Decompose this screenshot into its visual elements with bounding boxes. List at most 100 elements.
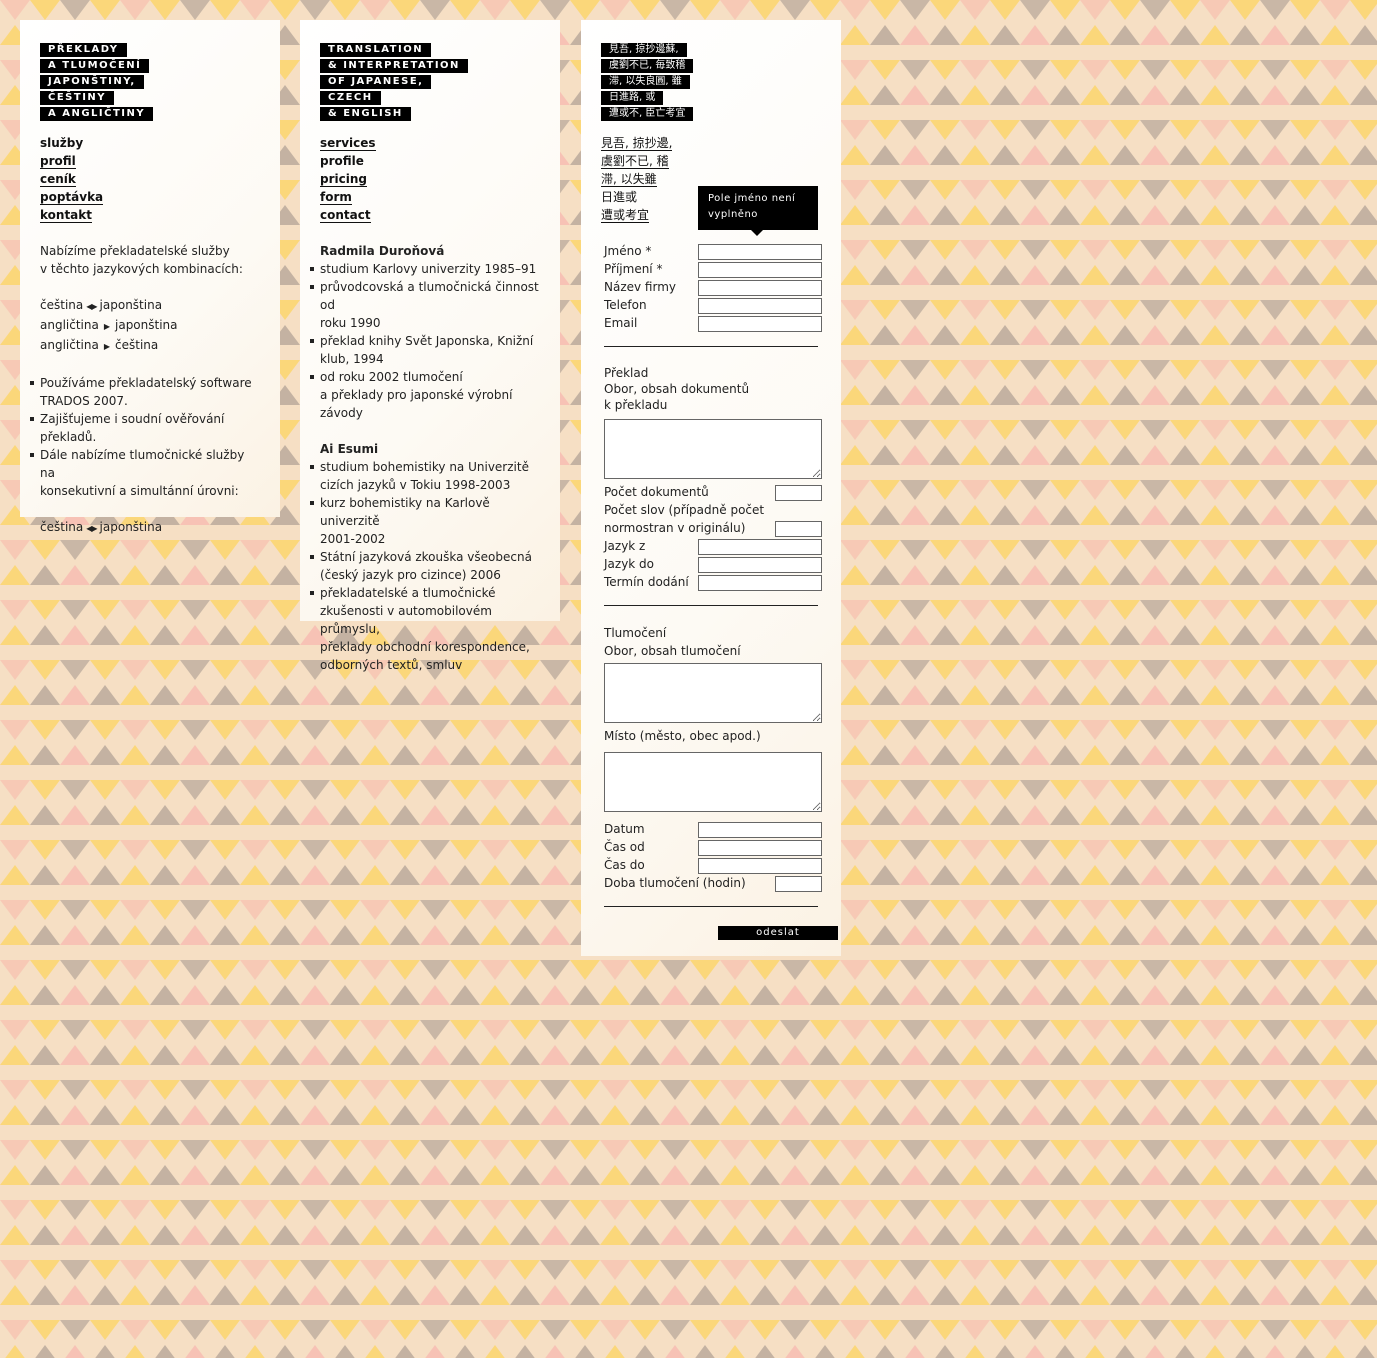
both-ways-arrow-icon: ◀▶ [86, 302, 97, 311]
logo-line: & ENGLISH [320, 107, 411, 121]
logo-line: TRANSLATION [320, 43, 432, 57]
nav-link-form[interactable]: form [320, 190, 352, 205]
field-label: Počet slov (případně počet [604, 503, 765, 517]
field-label: Počet dokumentů [604, 485, 709, 499]
nav-link-jp-3[interactable]: 滞, 以失雖 [601, 172, 657, 187]
field-label: Čas do [604, 858, 645, 872]
document-count-input[interactable] [775, 485, 822, 501]
language-pair: angličtina ▶ japonština [40, 318, 178, 332]
logo-japanese: 見吾, 掠抄邊蘇, 虞劉不已, 毎致稽 滞, 以失良圓, 雖 日進路, 或 遭或… [601, 40, 821, 121]
language-pair: čeština ◀▶ japonština [40, 298, 163, 312]
nav-link-poptavka[interactable]: poptávka [40, 190, 104, 205]
section-heading-interpreting: Tlumočení [604, 626, 667, 640]
list-item: Používáme překladatelský software TRADOS … [30, 374, 260, 410]
nav-link-sluzby[interactable]: služby [40, 136, 83, 150]
time-to-input[interactable] [698, 858, 822, 874]
field-label: Čas od [604, 840, 645, 854]
language-pair: čeština ◀▶ japonština [40, 520, 163, 534]
phone-input[interactable] [698, 298, 822, 314]
field-label: Datum [604, 822, 645, 836]
nav-link-contact[interactable]: contact [320, 208, 371, 223]
logo-line: ČEŠTINY [40, 91, 115, 105]
translation-content-textarea[interactable] [604, 419, 822, 479]
nav-link-jp-2[interactable]: 虞劉不已, 稽 [601, 154, 669, 169]
panel-czech: PŘEKLADY A TLUMOČENÍ JAPONŠTINY, ČEŠTINY… [20, 20, 280, 534]
logo-english: TRANSLATION & INTERPRETATION OF JAPANESE… [320, 40, 540, 121]
list-item: studium bohemistiky na Univerzitě cizích … [310, 458, 540, 494]
duration-hours-input[interactable] [775, 876, 822, 892]
nav-link-profil[interactable]: profil [40, 154, 76, 169]
intro-text: Nabízíme překladatelské služby v těchto … [40, 244, 243, 276]
deadline-input[interactable] [698, 575, 822, 591]
field-label: Obor, obsah tlumočení [604, 644, 741, 658]
field-label: Příjmení * [604, 262, 663, 276]
list-item: Státní jazyková zkouška všeobecná (český … [310, 548, 540, 584]
panel-english: TRANSLATION & INTERPRETATION OF JAPANESE… [300, 20, 560, 672]
field-label: Telefon [604, 298, 647, 312]
last-name-input[interactable] [698, 262, 822, 278]
submit-button[interactable]: odeslat [718, 926, 838, 940]
word-count-input[interactable] [775, 521, 822, 537]
field-label: Jazyk z [604, 539, 646, 553]
field-label: Místo (město, obec apod.) [604, 729, 761, 743]
date-input[interactable] [698, 822, 822, 838]
logo-line: 虞劉不已, 毎致稽 [601, 59, 694, 73]
services-list: Používáme překladatelský software TRADOS … [30, 374, 260, 500]
logo-czech: PŘEKLADY A TLUMOČENÍ JAPONŠTINY, ČEŠTINY… [40, 40, 260, 121]
list-item: kurz bohemistiky na Karlově univerzitě 20… [310, 494, 540, 548]
list-item: překladatelské a tlumočnické zkušenosti v… [310, 584, 540, 674]
time-from-input[interactable] [698, 840, 822, 856]
list-item: od roku 2002 tlumočení a překlady pro jap… [310, 368, 540, 422]
list-item: Zajišťujeme i soudní ověřování překladů. [30, 410, 260, 446]
nav-czech: služby profil ceník poptávka kontakt [40, 134, 260, 224]
person-name: Ai Esumi [320, 442, 379, 456]
company-input[interactable] [698, 280, 822, 296]
field-label: Jméno * [604, 244, 652, 258]
validation-tooltip: Pole jméno není vyplněno [698, 186, 818, 236]
logo-line: 見吾, 掠抄邊蘇, [601, 43, 687, 57]
field-label: Email [604, 316, 638, 330]
logo-line: & INTERPRETATION [320, 59, 468, 73]
field-label: Obor, obsah dokumentů [604, 382, 750, 396]
field-label: normostran v originálu) [604, 521, 746, 535]
language-pair: angličtina ▶ čeština [40, 338, 159, 352]
interpreting-content-textarea[interactable] [604, 663, 822, 723]
nav-english: services profile pricing form contact [320, 134, 540, 224]
right-arrow-icon: ▶ [103, 342, 110, 351]
list-item: překlad knihy Svět Japonska, Knižní klub,… [310, 332, 540, 368]
logo-line: CZECH [320, 91, 381, 105]
logo-line: 遭或不, 臣亡考宜 [601, 107, 694, 121]
both-ways-arrow-icon: ◀▶ [86, 524, 97, 533]
first-name-input[interactable] [698, 244, 822, 260]
logo-line: OF JAPANESE, [320, 75, 432, 89]
nav-link-jp-5[interactable]: 遭或考宜 [601, 208, 650, 223]
language-from-input[interactable] [698, 539, 822, 555]
field-label: Název firmy [604, 280, 676, 294]
person-bio-list: studium Karlovy univerzity 1985–91 průvo… [310, 260, 540, 422]
logo-line: A TLUMOČENÍ [40, 59, 150, 73]
email-input[interactable] [698, 316, 822, 332]
list-item: Dále nabízíme tlumočnické služby na konse… [30, 446, 260, 500]
logo-line: 日進路, 或 [601, 91, 664, 105]
right-arrow-icon: ▶ [103, 322, 110, 331]
person-bio-list: studium bohemistiky na Univerzitě cizích … [310, 458, 540, 674]
panel-japanese: 見吾, 掠抄邊蘇, 虞劉不已, 毎致稽 滞, 以失良圓, 雖 日進路, 或 遭或… [581, 20, 841, 956]
logo-line: PŘEKLADY [40, 43, 127, 57]
nav-link-profile[interactable]: profile [320, 154, 364, 168]
nav-link-kontakt[interactable]: kontakt [40, 208, 92, 223]
inquiry-form: Jméno * Příjmení * Název firmy Telefon E… [601, 242, 838, 947]
nav-link-jp-1[interactable]: 見吾, 掠抄邊, [601, 136, 673, 151]
nav-link-services[interactable]: services [320, 136, 376, 151]
logo-line: JAPONŠTINY, [40, 75, 144, 89]
logo-line: 滞, 以失良圓, 雖 [601, 75, 690, 89]
field-label: Termín dodání [604, 575, 689, 589]
nav-link-pricing[interactable]: pricing [320, 172, 367, 187]
nav-link-jp-4[interactable]: 日進或 [601, 190, 637, 204]
place-textarea[interactable] [604, 752, 822, 812]
nav-link-cenik[interactable]: ceník [40, 172, 76, 187]
list-item: průvodcovská a tlumočnická činnost od rok… [310, 280, 539, 330]
language-to-input[interactable] [698, 557, 822, 573]
person-name: Radmila Duroňová [320, 244, 445, 258]
field-label: k překladu [604, 398, 668, 412]
logo-line: A ANGLIČTINY [40, 107, 154, 121]
